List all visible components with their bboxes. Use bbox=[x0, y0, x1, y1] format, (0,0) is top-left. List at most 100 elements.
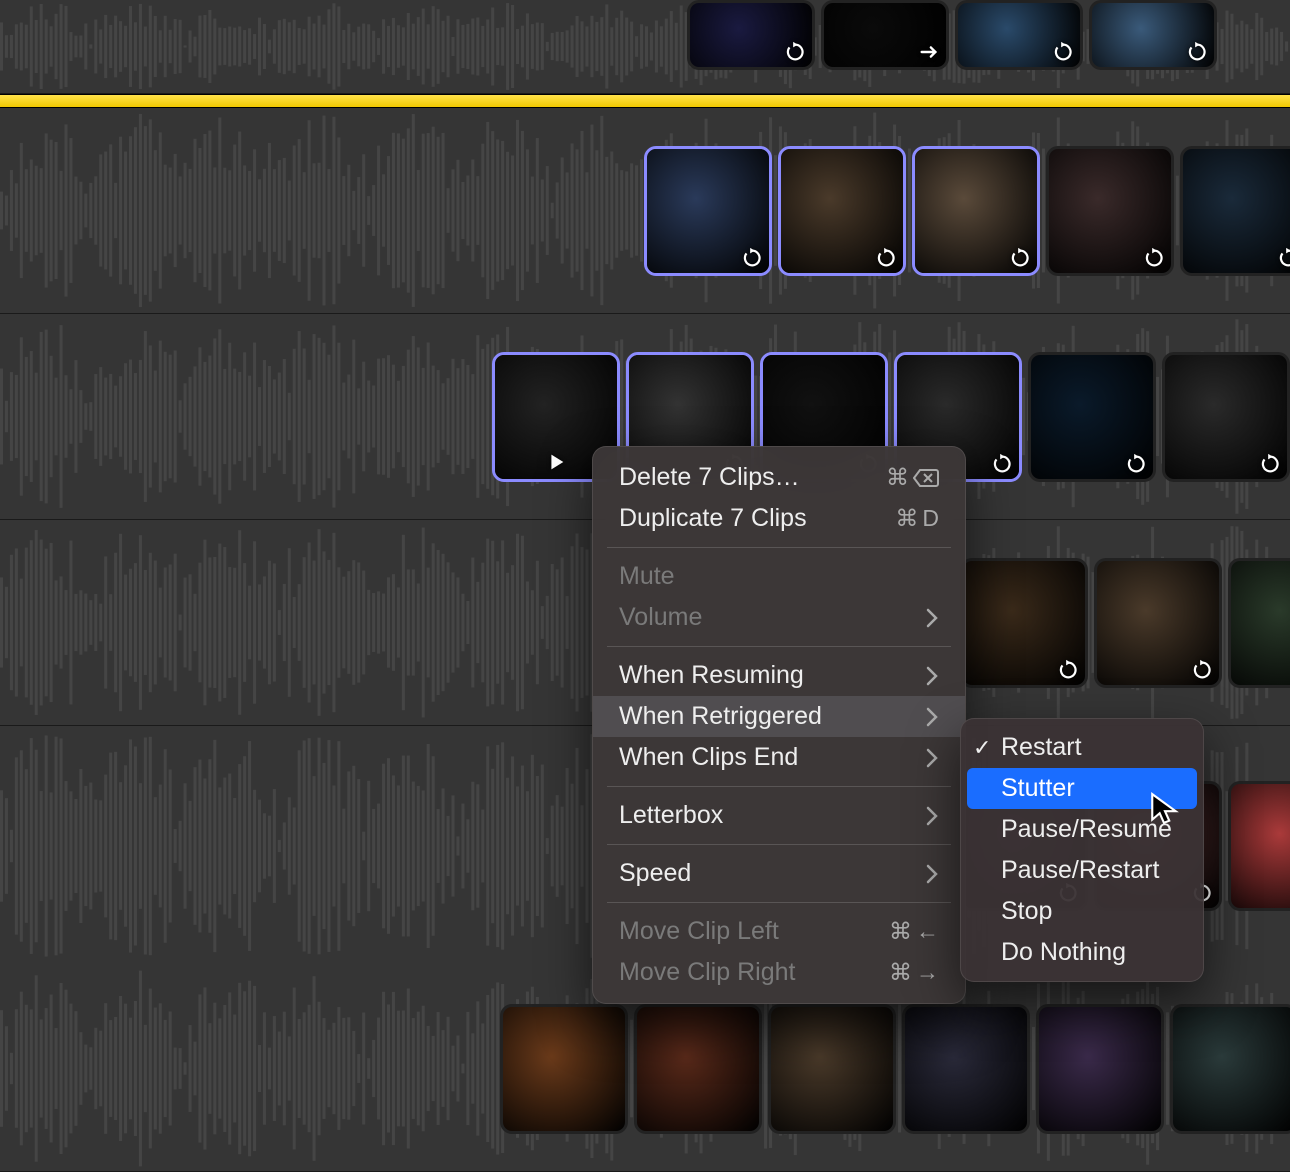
clip-row bbox=[644, 146, 1290, 276]
playhead-bar[interactable] bbox=[0, 94, 1290, 108]
clip[interactable] bbox=[1094, 558, 1222, 688]
menu-separator bbox=[607, 547, 951, 548]
menu-separator bbox=[607, 786, 951, 787]
shortcut: ⌘D bbox=[895, 505, 939, 532]
arrow-right-icon bbox=[918, 41, 940, 63]
submenu-item-restart[interactable]: ✓ Restart bbox=[961, 727, 1203, 768]
menu-item-label: When Retriggered bbox=[619, 702, 925, 731]
submenu-item-pause-restart[interactable]: Pause/Restart bbox=[961, 850, 1203, 891]
menu-item-mute: Mute bbox=[593, 556, 965, 597]
clip[interactable] bbox=[1089, 0, 1217, 70]
menu-item-letterbox[interactable]: Letterbox bbox=[593, 795, 965, 836]
menu-item-label: Mute bbox=[619, 562, 939, 591]
menu-item-volume: Volume bbox=[593, 597, 965, 638]
submenu-item-do-nothing[interactable]: Do Nothing bbox=[961, 932, 1203, 973]
clip[interactable] bbox=[1228, 781, 1290, 911]
timeline-track[interactable] bbox=[0, 108, 1290, 314]
loop-icon bbox=[1052, 41, 1074, 63]
shortcut-key: ← bbox=[916, 918, 939, 945]
loop-icon bbox=[1125, 453, 1147, 475]
clip[interactable] bbox=[778, 146, 906, 276]
play-icon bbox=[545, 451, 567, 473]
chevron-right-icon bbox=[925, 608, 939, 628]
menu-item-duplicate-7-clips[interactable]: Duplicate 7 Clips⌘D bbox=[593, 498, 965, 539]
chevron-right-icon bbox=[925, 748, 939, 768]
clip[interactable] bbox=[960, 558, 1088, 688]
cmd-icon: ⌘ bbox=[889, 959, 912, 986]
loop-icon bbox=[1259, 453, 1281, 475]
clip[interactable] bbox=[634, 1004, 762, 1134]
clip[interactable] bbox=[500, 1004, 628, 1134]
menu-item-label: Volume bbox=[619, 603, 925, 632]
menu-separator bbox=[607, 646, 951, 647]
chevron-right-icon bbox=[925, 707, 939, 727]
menu-item-label: Letterbox bbox=[619, 801, 925, 830]
menu-item-move-clip-left: Move Clip Left⌘← bbox=[593, 911, 965, 952]
clip[interactable] bbox=[1228, 558, 1290, 688]
submenu-item-stutter[interactable]: Stutter bbox=[967, 768, 1197, 809]
submenu-item-label: Stutter bbox=[1001, 774, 1075, 803]
clip[interactable] bbox=[955, 0, 1083, 70]
menu-item-label: When Clips End bbox=[619, 743, 925, 772]
menu-item-label: Move Clip Left bbox=[619, 917, 889, 946]
menu-item-when-resuming[interactable]: When Resuming bbox=[593, 655, 965, 696]
menu-item-speed[interactable]: Speed bbox=[593, 853, 965, 894]
menu-separator bbox=[607, 902, 951, 903]
clip[interactable] bbox=[768, 1004, 896, 1134]
cmd-icon: ⌘ bbox=[895, 505, 918, 532]
retrigger-submenu[interactable]: ✓ Restart Stutter Pause/Resume Pause/Restart… bbox=[960, 718, 1204, 982]
chevron-right-icon bbox=[925, 666, 939, 686]
loop-icon bbox=[991, 453, 1013, 475]
submenu-item-label: Stop bbox=[1001, 897, 1052, 926]
check-icon: ✓ bbox=[973, 735, 991, 761]
loop-icon bbox=[1186, 41, 1208, 63]
menu-item-label: Move Clip Right bbox=[619, 958, 889, 987]
submenu-item-label: Restart bbox=[1001, 733, 1082, 762]
clip[interactable] bbox=[902, 1004, 1030, 1134]
clip[interactable] bbox=[687, 0, 815, 70]
loop-icon bbox=[1009, 247, 1031, 269]
loop-icon bbox=[1143, 247, 1165, 269]
menu-item-when-retriggered[interactable]: When Retriggered bbox=[593, 696, 965, 737]
menu-item-move-clip-right: Move Clip Right⌘→ bbox=[593, 952, 965, 993]
menu-separator bbox=[607, 844, 951, 845]
clip[interactable] bbox=[821, 0, 949, 70]
submenu-item-label: Pause/Resume bbox=[1001, 815, 1172, 844]
clip-row bbox=[500, 1004, 1290, 1134]
clip[interactable] bbox=[644, 146, 772, 276]
context-menu[interactable]: Delete 7 Clips…⌘Duplicate 7 Clips⌘DMuteV… bbox=[592, 446, 966, 1004]
menu-item-delete-7-clips[interactable]: Delete 7 Clips…⌘ bbox=[593, 457, 965, 498]
submenu-item-stop[interactable]: Stop bbox=[961, 891, 1203, 932]
shortcut: ⌘← bbox=[889, 918, 939, 945]
shortcut-key: D bbox=[922, 505, 939, 532]
shortcut: ⌘ bbox=[886, 464, 939, 491]
clip[interactable] bbox=[1046, 146, 1174, 276]
menu-item-label: Delete 7 Clips… bbox=[619, 463, 886, 492]
submenu-item-label: Pause/Restart bbox=[1001, 856, 1159, 885]
clip[interactable] bbox=[1170, 1004, 1290, 1134]
chevron-right-icon bbox=[925, 864, 939, 884]
timeline-track[interactable] bbox=[0, 0, 1290, 94]
shortcut: ⌘→ bbox=[889, 959, 939, 986]
loop-icon bbox=[1057, 659, 1079, 681]
submenu-item-label: Do Nothing bbox=[1001, 938, 1126, 967]
backspace-icon bbox=[913, 468, 939, 488]
clip[interactable] bbox=[912, 146, 1040, 276]
menu-item-label: When Resuming bbox=[619, 661, 925, 690]
loop-icon bbox=[875, 247, 897, 269]
clip[interactable] bbox=[1162, 352, 1290, 482]
menu-item-label: Speed bbox=[619, 859, 925, 888]
shortcut-key: → bbox=[916, 959, 939, 986]
cmd-icon: ⌘ bbox=[889, 918, 912, 945]
clip-row bbox=[960, 558, 1290, 688]
loop-icon bbox=[1277, 247, 1290, 269]
loop-icon bbox=[741, 247, 763, 269]
menu-item-when-clips-end[interactable]: When Clips End bbox=[593, 737, 965, 778]
chevron-right-icon bbox=[925, 806, 939, 826]
clip[interactable] bbox=[1180, 146, 1290, 276]
clip[interactable] bbox=[1036, 1004, 1164, 1134]
cmd-icon: ⌘ bbox=[886, 464, 909, 491]
submenu-item-pause-resume[interactable]: Pause/Resume bbox=[961, 809, 1203, 850]
clip-row bbox=[687, 0, 1217, 70]
clip[interactable] bbox=[1028, 352, 1156, 482]
